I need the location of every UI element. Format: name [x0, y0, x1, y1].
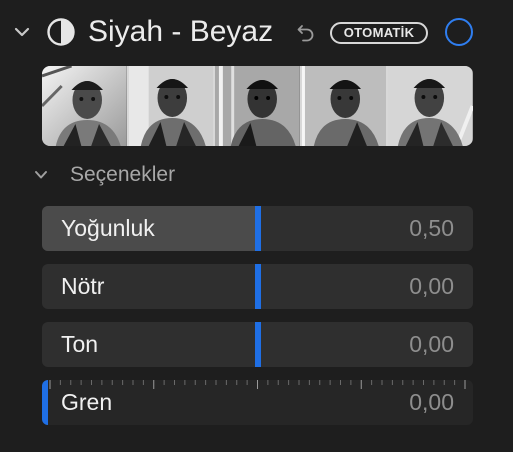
- slider-value: 0,50: [409, 215, 454, 241]
- slider-value: 0,00: [409, 273, 454, 299]
- chevron-down-icon[interactable]: [34, 168, 48, 182]
- black-white-adjustment-panel: Siyah - Beyaz OTOMATİK Seçenekler Yoğunl…: [0, 0, 513, 452]
- undo-icon[interactable]: [295, 21, 317, 43]
- slider-handle[interactable]: [255, 206, 261, 251]
- slider-handle[interactable]: [255, 322, 261, 367]
- slider-label: Nötr: [61, 273, 105, 299]
- grain-slider[interactable]: Gren 0,00: [42, 380, 473, 425]
- preview-thumbnail: [301, 66, 389, 146]
- slider-value: 0,00: [409, 331, 454, 357]
- adjustment-title: Siyah - Beyaz: [88, 15, 274, 48]
- preview-thumbnail: [388, 66, 473, 146]
- slider-label: Yoğunluk: [61, 215, 155, 241]
- neutral-slider[interactable]: Nötr 0,00: [42, 264, 473, 309]
- tone-slider[interactable]: Ton 0,00: [42, 322, 473, 367]
- slider-handle[interactable]: [42, 380, 48, 425]
- black-white-icon: [47, 18, 75, 46]
- auto-button[interactable]: OTOMATİK: [330, 22, 428, 44]
- slider-label: Gren: [61, 389, 113, 415]
- slider-handle[interactable]: [255, 264, 261, 309]
- chevron-down-icon[interactable]: [14, 24, 30, 40]
- options-label: Seçenekler: [70, 163, 176, 186]
- circle-toggle-icon[interactable]: [445, 18, 473, 46]
- preview-thumbnail: [42, 66, 129, 146]
- preview-thumbnail: [128, 66, 216, 146]
- slider-value: 0,00: [409, 389, 454, 415]
- preview-thumbnail: [215, 66, 302, 146]
- intensity-slider[interactable]: Yoğunluk 0,50: [42, 206, 473, 251]
- slider-label: Ton: [61, 331, 99, 357]
- preview-thumbnails[interactable]: [42, 66, 473, 146]
- adjustment-header: Siyah - Beyaz OTOMATİK: [0, 10, 513, 54]
